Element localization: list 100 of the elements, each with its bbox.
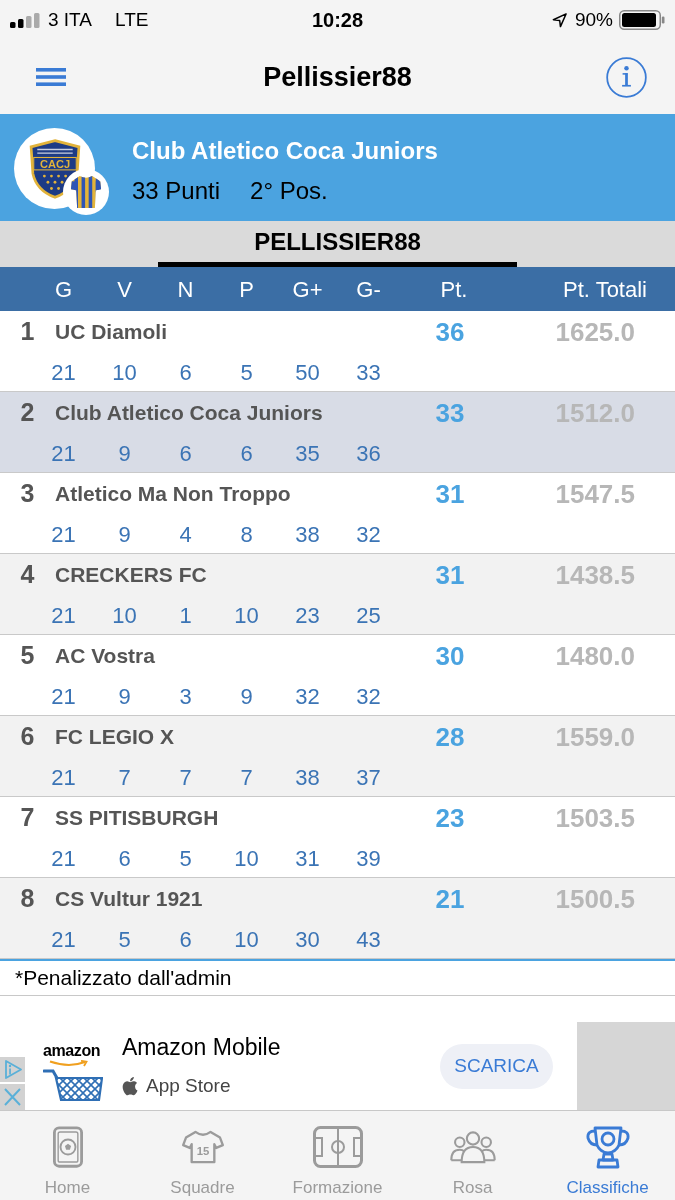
column-header: G- [355, 275, 382, 304]
stat-cell-text: 10 [233, 926, 260, 954]
column-header: G+ [291, 275, 324, 304]
standings-row[interactable]: 8 CS Vultur 1921 21 1500.5 21 5 6 10 30 43 [0, 878, 675, 959]
stat-cell-text: 32 [355, 521, 382, 549]
menu-button[interactable] [36, 68, 66, 86]
stat-cell-text: 7 [239, 764, 254, 792]
total-points-cell-text: 1625.0 [554, 315, 635, 349]
stat-cell-text: 21 [50, 764, 77, 792]
jersey-icon: 15 [181, 1130, 224, 1164]
points-cell-text: 28 [434, 720, 466, 754]
stat-cell-text: 6 [178, 440, 193, 468]
rank-number: 2 [19, 397, 36, 429]
stat-cell-text: 21 [50, 440, 77, 468]
stat-cell-text: 7 [178, 764, 193, 792]
stat-cell-text: 9 [239, 683, 254, 711]
rank-number: 4 [19, 559, 36, 591]
team-points: 33 Punti [132, 176, 221, 206]
footnote: *Penalizzato dall'admin [15, 965, 232, 992]
column-header: P [238, 275, 255, 304]
stat-cell-text: 5 [178, 845, 193, 873]
stat-cell-text: 32 [294, 683, 321, 711]
stat-cell-text: 9 [117, 440, 132, 468]
ad-title: Amazon Mobile [122, 1033, 281, 1062]
standings-row[interactable]: 6 FC LEGIO X 28 1559.0 21 7 7 7 38 37 [0, 716, 675, 797]
menu-icon [36, 68, 66, 86]
column-header: G [53, 275, 74, 304]
stat-cell-text: 21 [50, 926, 77, 954]
info-button[interactable] [606, 56, 647, 98]
stat-cell-text: 5 [239, 359, 254, 387]
team-name: CRECKERS FC [55, 562, 208, 589]
apple-icon [122, 1075, 140, 1098]
team-position: 2° Pos. [250, 176, 328, 206]
smile-arrow-icon [49, 1060, 89, 1067]
team-name: SS PITISBURGH [55, 805, 220, 832]
ad-info-icon [0, 1057, 25, 1082]
stat-cell-text: 35 [294, 440, 321, 468]
info-icon [606, 56, 647, 98]
points-cell-text: 23 [434, 801, 466, 835]
stat-cell-text: 9 [117, 521, 132, 549]
points-cell-text: 36 [434, 315, 466, 349]
stat-cell-text: 21 [50, 845, 77, 873]
stat-cell-text: 36 [355, 440, 382, 468]
team-name: FC LEGIO X [55, 724, 175, 751]
people-group-icon [449, 1130, 496, 1164]
stat-cell-text: 23 [294, 602, 321, 630]
rank-number: 1 [19, 316, 36, 348]
stat-cell-text: 38 [294, 764, 321, 792]
network-type: LTE [115, 7, 149, 32]
stat-cell-text: 4 [178, 521, 193, 549]
brand-wordmark: amazon [43, 1042, 101, 1060]
signal-icon [10, 12, 40, 28]
striped-shirt-drawing [70, 174, 102, 210]
stat-cell-text: 1 [178, 602, 193, 630]
standings-row[interactable]: 4 CRECKERS FC 31 1438.5 21 10 1 10 23 25 [0, 554, 675, 635]
location-arrow-icon [551, 12, 567, 28]
column-header: V [116, 275, 133, 304]
battery-percentage: 90% [574, 7, 613, 32]
team-name: CS Vultur 1921 [55, 886, 204, 913]
stat-cell-text: 5 [117, 926, 132, 954]
stat-cell-text: 6 [178, 359, 193, 387]
screen-title: Pellissier88 [263, 60, 412, 94]
battery-icon [619, 10, 665, 30]
total-points-cell-text: 1547.5 [554, 477, 635, 511]
rank-number: 6 [19, 721, 36, 753]
stat-cell-text: 39 [355, 845, 382, 873]
column-header: Pt. Totali [562, 275, 648, 304]
download-button[interactable]: SCARICA [440, 1043, 553, 1089]
bottom-tab[interactable]: Classifiche [540, 1111, 675, 1200]
stat-cell-text: 25 [355, 602, 382, 630]
total-points-cell-text: 1503.5 [554, 801, 635, 835]
soccer-pitch-icon [312, 1126, 363, 1168]
trophy-icon [584, 1125, 631, 1169]
stat-cell-text: 50 [294, 359, 321, 387]
stat-cell-text: 21 [50, 521, 77, 549]
stat-cell-text: 38 [294, 521, 321, 549]
stat-cell-text: 6 [239, 440, 254, 468]
stat-cell-text: 33 [355, 359, 382, 387]
stat-cell-text: 21 [50, 683, 77, 711]
clock-time: 10:28 [311, 8, 364, 33]
column-header: Pt. [439, 275, 469, 304]
stat-cell-text: 9 [117, 683, 132, 711]
stat-cell-text: 10 [233, 845, 260, 873]
rank-number: 3 [19, 478, 36, 510]
total-points-cell-text: 1480.0 [554, 639, 635, 673]
stat-cell-text: 37 [355, 764, 382, 792]
stat-cell-text: 21 [50, 602, 77, 630]
shopping-cart-icon [43, 1069, 103, 1102]
store-label: App Store [146, 1074, 231, 1098]
stat-cell-text: 6 [117, 845, 132, 873]
stat-cell-text: 10 [233, 602, 260, 630]
team-name: AC Vostra [55, 643, 156, 670]
total-points-cell-text: 1500.5 [554, 882, 635, 916]
stat-cell-text: 43 [355, 926, 382, 954]
rank-number: 7 [19, 802, 36, 834]
stat-cell-text: 10 [111, 602, 138, 630]
stat-cell-text: 8 [239, 521, 254, 549]
points-cell-text: 31 [434, 477, 466, 511]
stat-cell-text: 30 [294, 926, 321, 954]
points-cell-text: 33 [434, 396, 466, 430]
